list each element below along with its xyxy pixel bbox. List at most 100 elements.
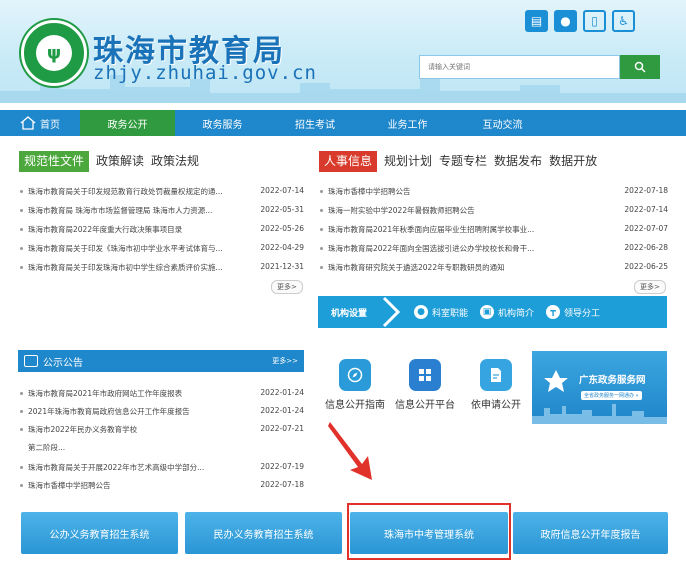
gd-banner-subtitle: 全省政务服务一网通办 » [581,391,642,400]
list-item-title[interactable]: 珠海市教育局关于印发珠海市初中学生综合素质评价实施... [19,262,244,273]
guangdong-gov-service-banner[interactable]: 广东政务服务网 全省政务服务一网通办 » [532,351,667,424]
search-input[interactable] [419,55,620,79]
search-bar [419,55,660,79]
list-item[interactable]: 珠海市教育局关于印发珠海市初中学生综合素质评价实施... 2021-12-31 [19,262,304,281]
list-item-title[interactable]: 珠海一附实验中学2022年暑假教师招聘公告 [319,205,599,216]
nav-business-work[interactable]: 业务工作 [360,110,455,136]
list-item-title[interactable]: 珠海市教育局 珠海市市场监督管理局 珠海市人力资源... [19,205,244,216]
list-item[interactable]: 珠海市2022年民办义务教育学校 第二阶段... 2022-07-21 [19,424,304,462]
list-item-date: 2022-01-24 [260,388,304,397]
highlight-annotation-box [347,503,511,560]
nav-government-services[interactable]: 政务服务 [175,110,270,136]
nav-interaction[interactable]: 互动交流 [455,110,550,136]
list-item[interactable]: 珠海市教育局2022年度重大行政决策事项目录 2022-05-26 [19,224,304,243]
list-item-date: 2022-07-07 [624,224,668,233]
list-item[interactable]: 珠海市教育局 珠海市市场监督管理局 珠海市人力资源... 2022-05-31 [19,205,304,224]
list-item[interactable]: 珠海市教育局2022年面向全国选拔引进公办学校校长和骨干... 2022-06-2… [319,243,668,262]
list-item-title[interactable]: 珠海市教育局2022年度重大行政决策事项目录 [19,224,244,235]
list-item-title[interactable]: 珠海市教育局2021年秋季面向应届毕业生招聘附属学校事业... [319,224,599,235]
list-item[interactable]: 珠海市教育局关于印发《珠海市初中学业水平考试体育与... 2022-04-29 [19,243,304,262]
search-icon [634,61,646,73]
list-item-date: 2022-06-28 [624,243,668,252]
tab-data-open[interactable]: 数据开放 [549,151,597,172]
nav-home[interactable]: 首页 [0,110,80,136]
notice-more-link[interactable]: 更多>> [272,356,298,366]
right-tab-bar: 人事信息 规划计划 专题专栏 数据发布 数据开放 [319,151,597,172]
service-apply-disclosure[interactable]: 依申请公开 [466,359,526,411]
list-item[interactable]: 珠海市香樟中学招聘公告 2022-07-18 [19,480,304,498]
org-item-leadership-division[interactable]: ┳ 领导分工 [546,305,600,319]
search-button[interactable] [620,55,660,79]
person-icon: ● [414,305,428,319]
tab-policy-regulations[interactable]: 政策法规 [151,151,199,172]
list-item-title[interactable]: 珠海市香樟中学招聘公告 [19,480,244,491]
list-item-title[interactable]: 珠海市教育局关于印发规范教育行政处罚裁量权规定的通... [19,186,244,197]
tab-special-topics[interactable]: 专题专栏 [439,151,487,172]
chevron-right-icon [382,296,401,328]
list-item[interactable]: 珠海市教育局关于印发规范教育行政处罚裁量权规定的通... 2022-07-14 [19,186,304,205]
tab-data-release[interactable]: 数据发布 [494,151,542,172]
tab-policy-interpretation[interactable]: 政策解读 [96,151,144,172]
list-item-date: 2022-06-25 [624,262,668,271]
list-item-date: 2021-12-31 [260,262,304,271]
list-item-title[interactable]: 珠海市教育局关于印发《珠海市初中学业水平考试体育与... [19,243,244,254]
tab-normative-documents[interactable]: 规范性文件 [19,151,90,172]
nav-admissions[interactable]: 招生考试 [270,110,360,136]
mobile-app-icon[interactable]: ▯ [583,10,606,32]
red-arrow-annotation [328,422,372,480]
service-info-platform[interactable]: 信息公开平台 [391,359,459,411]
building-icon: ▣ [480,305,495,319]
government-mobile-icon[interactable]: ▤ [525,10,548,32]
list-item-title[interactable]: 珠海市教育研究院关于遴选2022年专职教研员的通知 [319,262,599,273]
list-item-title[interactable]: 2021年珠海市教育局政府信息公开工作年度报告 [19,406,244,417]
org-bar-label[interactable]: 机构设置 [318,306,380,319]
list-item-title[interactable]: 珠海市教育局2021年市政府网站工作年度报表 [19,388,244,399]
right-news-list: 珠海市香樟中学招聘公告 2022-07-18 珠海一附实验中学2022年暑假教师招… [319,186,668,281]
wechat-icon[interactable]: ● [554,10,577,32]
list-item[interactable]: 珠海市教育研究院关于遴选2022年专职教研员的通知 2022-06-25 [319,262,668,281]
list-item-title: 珠海市2022年民办义务教育学校 [19,424,244,435]
main-nav: 首页 政务公开 政务服务 招生考试 业务工作 互动交流 [0,110,686,136]
list-item-date: 2022-07-18 [624,186,668,195]
left-tab-bar: 规范性文件 政策解读 政策法规 [19,151,199,172]
list-item[interactable]: 2021年珠海市教育局政府信息公开工作年度报告 2022-01-24 [19,406,304,424]
list-item[interactable]: 珠海一附实验中学2022年暑假教师招聘公告 2022-07-14 [319,205,668,224]
service-label: 信息公开指南 [325,400,385,411]
public-compulsory-enrollment-button[interactable]: 公办义务教育招生系统 [21,512,178,554]
emblem-logo[interactable]: ψ [21,20,87,86]
site-domain: zhjy.zhuhai.gov.cn [93,62,317,84]
gd-banner-title: 广东政务服务网 [579,375,646,386]
private-compulsory-enrollment-button[interactable]: 民办义务教育招生系统 [185,512,342,554]
tab-planning[interactable]: 规划计划 [384,151,432,172]
list-item-date: 2022-07-21 [260,424,304,433]
org-item-department-functions[interactable]: ● 科室职能 [414,305,468,319]
service-info-guide[interactable]: 信息公开指南 [322,359,388,411]
list-item[interactable]: 珠海市教育局关于开展2022年市艺术高级中学部分... 2022-07-19 [19,462,304,480]
grid-icon [409,359,441,391]
home-icon [20,116,36,130]
nav-home-label: 首页 [40,119,60,131]
list-item-title[interactable]: 珠海市教育局2022年面向全国选拔引进公办学校校长和骨干... [319,243,599,254]
left-news-list: 珠海市教育局关于印发规范教育行政处罚裁量权规定的通... 2022-07-14 珠… [19,186,304,281]
list-item-title[interactable]: 珠海市香樟中学招聘公告 [319,186,599,197]
left-more-button[interactable]: 更多> [271,280,303,294]
notice-title[interactable]: 公示公告 [43,354,83,369]
list-item-title-block[interactable]: 珠海市2022年民办义务教育学校 第二阶段... [19,424,244,453]
list-item-title[interactable]: 珠海市教育局关于开展2022年市艺术高级中学部分... [19,462,244,473]
nav-government-affairs[interactable]: 政务公开 [80,110,175,136]
gov-info-annual-report-button[interactable]: 政府信息公开年度报告 [513,512,668,554]
list-item[interactable]: 珠海市教育局2021年秋季面向应届毕业生招聘附属学校事业... 2022-07-0… [319,224,668,243]
top-icon-group: ▤ ● ▯ ♿ [525,10,635,32]
guangdong-gov-logo-icon [544,370,568,392]
notice-list: 珠海市教育局2021年市政府网站工作年度报表 2022-01-24 2021年珠海… [19,388,304,498]
list-item[interactable]: 珠海市教育局2021年市政府网站工作年度报表 2022-01-24 [19,388,304,406]
compass-icon [339,359,371,391]
list-item-date: 2022-07-19 [260,462,304,471]
accessibility-icon[interactable]: ♿ [612,10,635,32]
list-item[interactable]: 珠海市香樟中学招聘公告 2022-07-18 [319,186,668,205]
tab-personnel-info[interactable]: 人事信息 [319,151,378,172]
notice-header: 公示公告 更多>> [18,350,304,372]
emblem-symbol: ψ [36,35,72,71]
org-item-organization-intro[interactable]: ▣ 机构简介 [480,305,534,319]
right-more-button[interactable]: 更多> [634,280,666,294]
